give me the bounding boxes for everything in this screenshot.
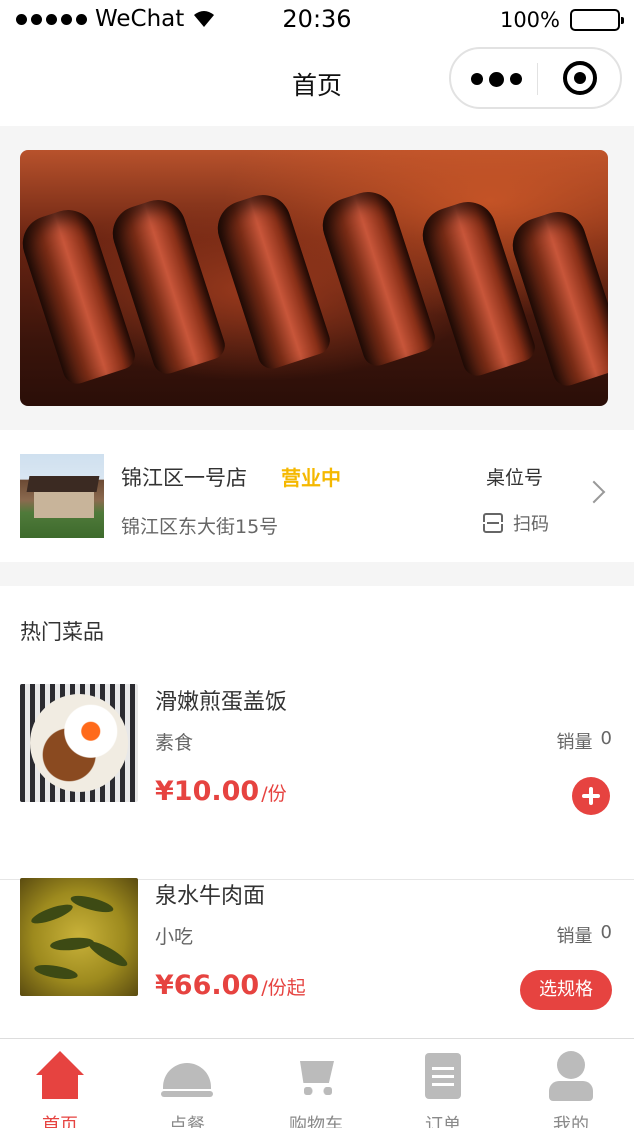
- shop-name: 锦江区一号店: [121, 466, 247, 490]
- shop-photo: [20, 454, 104, 538]
- banner-image[interactable]: [20, 150, 608, 406]
- table-number-label: 桌位号: [486, 467, 544, 489]
- dish-category: 素食: [155, 732, 194, 754]
- scan-label: 扫码: [513, 514, 549, 535]
- battery-percent: 100%: [499, 8, 560, 32]
- sales-count: 0: [600, 728, 612, 749]
- target-icon[interactable]: [563, 61, 597, 95]
- tab-label: 我的: [553, 1115, 589, 1128]
- tab-bar: 首页 点餐 购物车 订单 我的: [0, 1038, 634, 1128]
- tab-home[interactable]: 首页: [0, 1051, 123, 1128]
- mini-program-capsule: [449, 47, 622, 109]
- tab-cart[interactable]: 购物车: [253, 1051, 379, 1128]
- price-value: ¥66.00: [155, 970, 260, 1001]
- battery-icon: [570, 9, 624, 31]
- tab-label: 购物车: [289, 1115, 343, 1128]
- order-icon: [417, 1051, 469, 1103]
- hot-dishes-section: 热门菜品 滑嫩煎蛋盖饭 素食 销量 0 ¥10.00 /份 泉水牛肉面 小吃 销…: [0, 586, 634, 1038]
- dish-name: 滑嫩煎蛋盖饭: [155, 690, 288, 715]
- dish-sales: 销量 0: [557, 728, 612, 754]
- cart-icon: [290, 1051, 342, 1103]
- status-bar: WeChat 20:36 100%: [0, 0, 634, 40]
- tab-orders[interactable]: 订单: [380, 1051, 506, 1128]
- shop-status-badge: 营业中: [281, 466, 341, 490]
- dish-photo: [20, 684, 138, 802]
- sales-count: 0: [600, 922, 612, 943]
- price-unit: /份: [261, 783, 287, 805]
- profile-icon: [545, 1051, 597, 1103]
- select-spec-button[interactable]: 选规格: [520, 970, 612, 1010]
- tab-label: 首页: [42, 1115, 78, 1128]
- tab-label: 订单: [425, 1115, 461, 1128]
- add-to-cart-icon[interactable]: [572, 777, 610, 815]
- sales-label: 销量: [556, 732, 593, 753]
- price-unit: /份起: [261, 977, 306, 999]
- dish-photo: [20, 878, 138, 996]
- scan-button[interactable]: 扫码: [481, 510, 549, 536]
- more-dots-icon[interactable]: [471, 72, 522, 87]
- price-value: ¥10.00: [155, 776, 260, 807]
- scan-icon: [481, 513, 505, 533]
- tab-profile[interactable]: 我的: [508, 1051, 634, 1128]
- dish-name: 泉水牛肉面: [155, 884, 266, 909]
- battery-group: 100%: [499, 8, 624, 32]
- shop-address: 锦江区东大街15号: [121, 516, 279, 538]
- sales-label: 销量: [556, 926, 593, 947]
- tab-label: 点餐: [169, 1115, 205, 1128]
- cloche-icon: [161, 1051, 213, 1103]
- dish-item[interactable]: 泉水牛肉面 小吃 销量 0 ¥66.00 /份起 选规格: [0, 878, 634, 1038]
- home-icon: [34, 1051, 86, 1103]
- chevron-right-icon[interactable]: [582, 480, 606, 504]
- section-title: 热门菜品: [20, 620, 104, 644]
- dish-price: ¥66.00 /份起: [155, 970, 306, 1001]
- dish-price: ¥10.00 /份: [155, 776, 287, 807]
- capsule-divider: [537, 63, 538, 95]
- dish-sales: 销量 0: [557, 922, 612, 948]
- dish-item[interactable]: 滑嫩煎蛋盖饭 素食 销量 0 ¥10.00 /份: [0, 684, 634, 880]
- nav-bar: 首页: [0, 40, 634, 126]
- shop-card[interactable]: 锦江区一号店 营业中 锦江区东大街15号 桌位号 扫码: [0, 430, 634, 562]
- tab-order-food[interactable]: 点餐: [124, 1051, 250, 1128]
- dish-category: 小吃: [155, 926, 194, 948]
